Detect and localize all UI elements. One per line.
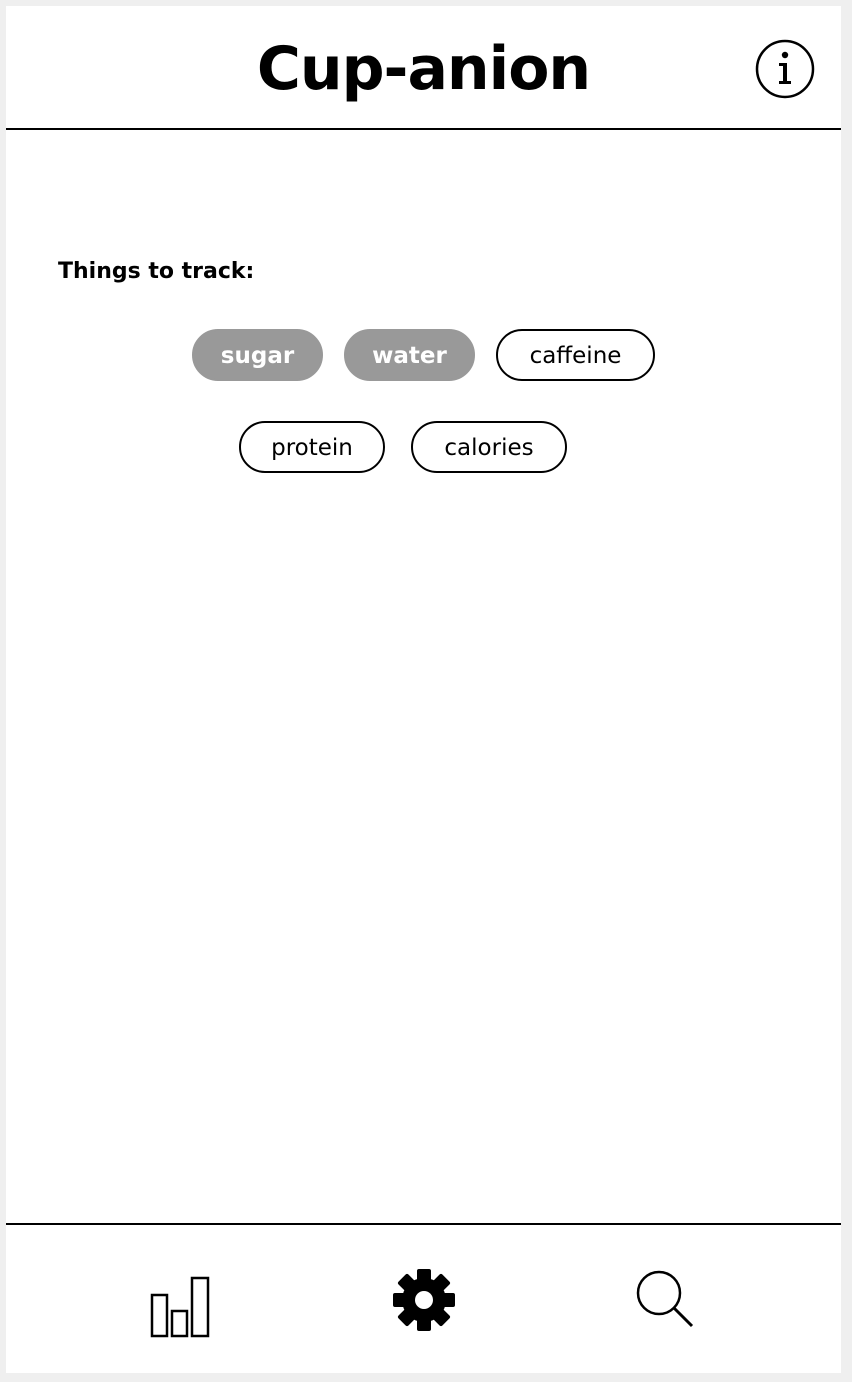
nav-stats-button[interactable] — [142, 1265, 222, 1345]
bottom-nav — [6, 1223, 841, 1373]
header: Cup-anion — [6, 6, 841, 130]
nav-settings-button[interactable] — [384, 1260, 464, 1340]
gear-icon — [393, 1269, 455, 1331]
app-screen: Cup-anion Things to track: sugar water c… — [6, 6, 841, 1373]
info-button[interactable] — [755, 39, 815, 99]
nav-search-button[interactable] — [628, 1262, 708, 1342]
info-circle-icon — [755, 39, 815, 99]
bar-chart-icon — [150, 1276, 210, 1338]
app-title: Cup-anion — [256, 34, 591, 104]
chip-caffeine[interactable]: caffeine — [496, 329, 655, 381]
things-to-track-label: Things to track: — [58, 259, 255, 284]
chip-calories[interactable]: calories — [411, 421, 567, 473]
chip-water[interactable]: water — [344, 329, 475, 381]
search-icon — [636, 1270, 694, 1328]
chip-sugar[interactable]: sugar — [192, 329, 323, 381]
chip-protein[interactable]: protein — [239, 421, 385, 473]
